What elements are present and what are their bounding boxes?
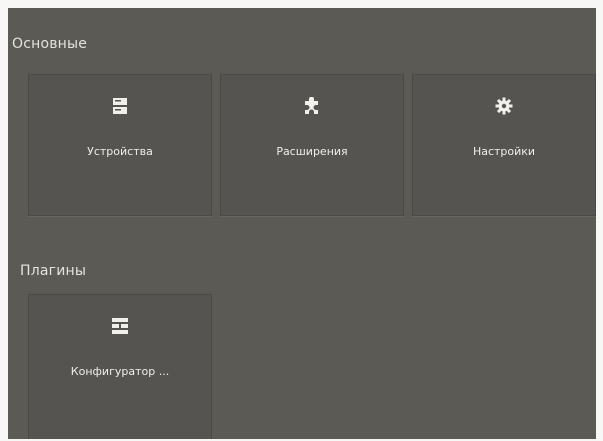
puzzle-icon (305, 97, 318, 114)
card-label-extensions: Расширения (276, 145, 348, 158)
dashboard-panel: Основные Устройства Расширения Настройки… (8, 8, 596, 439)
card-configurator[interactable]: Конфигуратор ... (28, 294, 212, 439)
card-label-devices: Устройства (87, 145, 153, 158)
card-label-configurator: Конфигуратор ... (70, 365, 170, 378)
section-title-main: Основные (12, 36, 88, 52)
card-devices[interactable]: Устройства (28, 74, 212, 216)
card-settings[interactable]: Настройки (412, 74, 596, 216)
card-label-settings: Настройки (472, 145, 536, 158)
configurator-icon (112, 318, 128, 334)
server-icon (113, 98, 127, 114)
gear-icon (495, 97, 513, 115)
section-title-plugins: Плагины (20, 263, 87, 279)
card-extensions[interactable]: Расширения (220, 74, 404, 216)
